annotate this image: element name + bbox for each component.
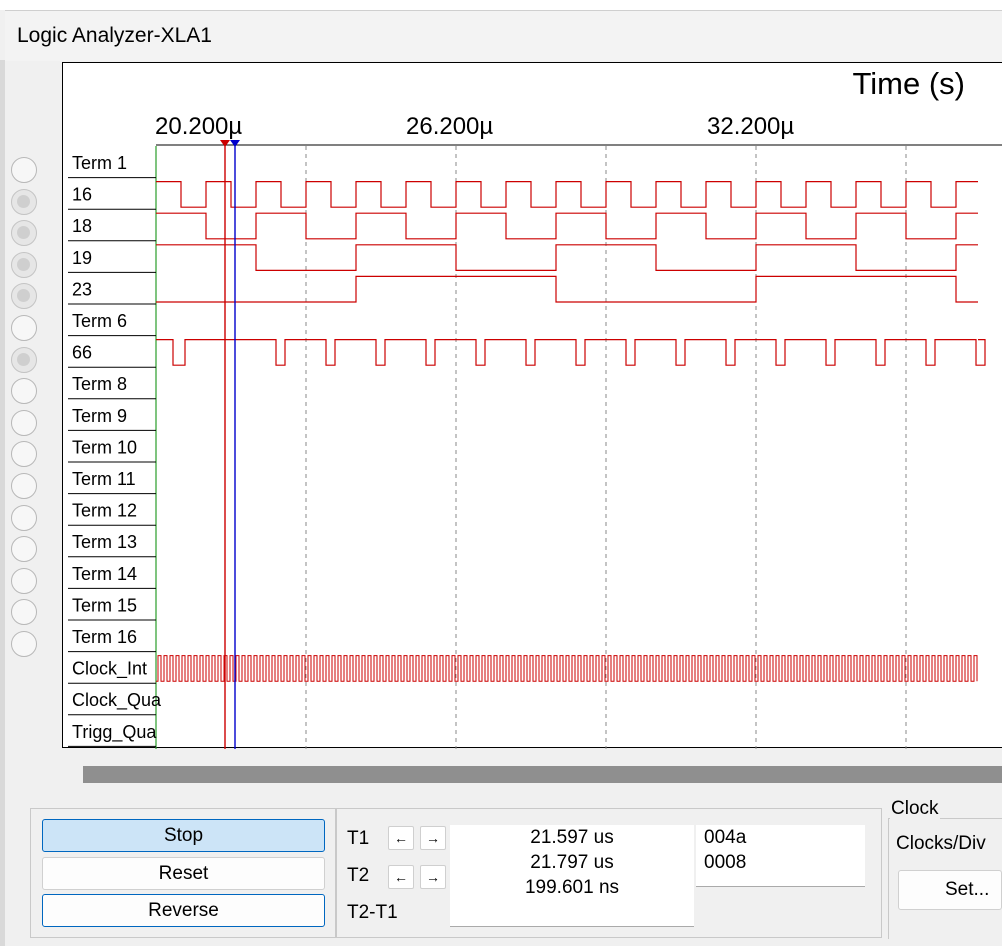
channel-radio-0[interactable]: [11, 157, 37, 183]
channel-label-8: Term 9: [72, 406, 127, 426]
waveform-16: [156, 181, 978, 208]
channel-label-0: Term 1: [72, 153, 127, 173]
waveform-18: [156, 212, 978, 240]
t2-left-arrow-icon[interactable]: ←: [388, 865, 414, 889]
reset-button[interactable]: Reset: [42, 857, 325, 890]
background-schematic-strip: [0, 0, 1002, 10]
t1-right-arrow-icon[interactable]: →: [420, 826, 446, 850]
time-label-0: 20.200µ: [155, 113, 242, 140]
waveform-23: [156, 275, 978, 303]
stop-button[interactable]: Stop: [42, 819, 325, 852]
channel-label-16: Clock_Int: [72, 659, 147, 680]
title-bar[interactable]: Logic Analyzer-XLA1: [5, 10, 1002, 61]
t2-cursor-marker-icon: [230, 140, 240, 147]
channel-radio-7[interactable]: [11, 378, 37, 405]
clock-group-label: Clock: [890, 798, 940, 820]
channel-radio-10[interactable]: [11, 473, 37, 499]
t1-time-value: 21.597 us: [530, 827, 614, 848]
time-axis-title: Time (s): [853, 66, 966, 101]
channel-radio-13[interactable]: [11, 567, 37, 594]
t2-label: T2: [347, 865, 370, 886]
waveform-display[interactable]: Time (s) 20.200µ 26.200µ 32.200µ Term 1 16 18 1…: [62, 62, 1002, 749]
channel-radio-1[interactable]: [11, 188, 37, 215]
channel-label-7: Term 8: [72, 374, 127, 394]
channel-label-10: Term 11: [72, 469, 136, 489]
waveform-plot[interactable]: Time (s) 20.200µ 26.200µ 32.200µ Term 1 16 18 1…: [63, 63, 1002, 749]
window-title: Logic Analyzer-XLA1: [17, 24, 212, 47]
channel-radio-15[interactable]: [11, 631, 37, 657]
channel-radio-4[interactable]: [11, 283, 37, 310]
channel-label-14: Term 15: [72, 595, 137, 615]
t2-t1-time-value: 199.601 ns: [524, 877, 620, 898]
cursor-time-readout: 21.597 us 21.797 us 199.601 ns: [450, 825, 694, 927]
channel-radio-8[interactable]: [11, 409, 37, 436]
t1-hex-value: 004a: [704, 827, 747, 848]
channel-label-13: Term 14: [72, 564, 137, 584]
channel-radio-5[interactable]: [11, 315, 37, 341]
channel-label-1: 16: [72, 185, 92, 205]
channel-radio-14[interactable]: [11, 599, 37, 626]
window-left-edge: [0, 60, 5, 946]
channel-label-4: 23: [72, 279, 92, 299]
channel-label-5: Term 6: [72, 311, 127, 331]
channel-label-9: Term 10: [72, 437, 137, 457]
channel-label-15: Term 16: [72, 627, 137, 647]
channel-radio-6[interactable]: [11, 346, 37, 373]
waveform-clock-int: [156, 655, 978, 682]
waveform-19: [156, 244, 978, 271]
waveform-66: [156, 339, 986, 366]
channel-radio-11[interactable]: [11, 504, 37, 531]
t1-label: T1: [347, 828, 370, 849]
t1-left-arrow-icon[interactable]: ←: [388, 826, 414, 850]
t2-time-value: 21.797 us: [530, 852, 614, 873]
reverse-button[interactable]: Reverse: [42, 894, 325, 927]
channel-radio-2[interactable]: [11, 220, 37, 247]
channel-label-18: Trigg_Qua: [72, 722, 157, 743]
t2-right-arrow-icon[interactable]: →: [420, 865, 446, 889]
channel-label-17: Clock_Qua: [72, 690, 162, 711]
channel-label-3: 19: [72, 248, 92, 268]
horizontal-scrollbar[interactable]: [83, 766, 1002, 783]
cursor-hex-readout: 004a 0008: [696, 825, 865, 887]
channel-label-2: 18: [72, 216, 92, 236]
channel-label-12: Term 13: [72, 532, 137, 552]
channel-radio-3[interactable]: [11, 251, 37, 278]
channel-label-11: Term 12: [72, 501, 137, 521]
channel-radio-9[interactable]: [11, 441, 37, 468]
t1-cursor-marker-icon: [220, 140, 230, 147]
time-label-2: 32.200µ: [707, 113, 794, 140]
time-label-1: 26.200µ: [406, 113, 493, 140]
t2-hex-value: 0008: [704, 852, 747, 873]
clocks-per-div-label: Clocks/Div: [896, 833, 986, 854]
clock-set-button[interactable]: Set...: [898, 870, 1002, 910]
t2-t1-label: T2-T1: [347, 902, 398, 923]
channel-label-6: 66: [72, 343, 92, 363]
channel-radio-12[interactable]: [11, 536, 37, 563]
